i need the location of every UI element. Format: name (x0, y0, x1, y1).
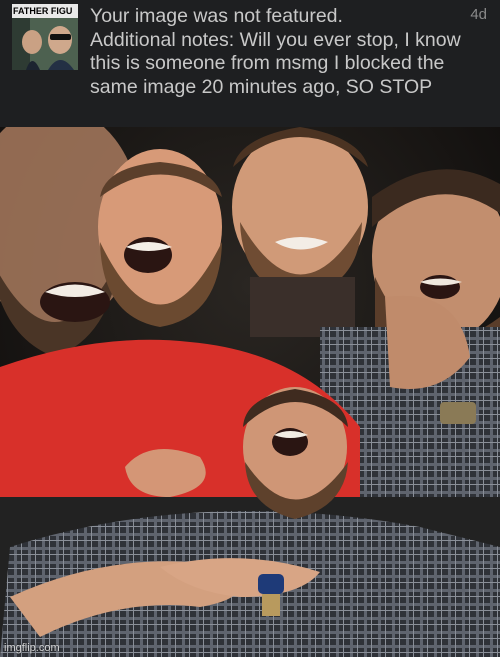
thumbnail-label: FATHER FIGU (12, 4, 78, 18)
laughing-meme-image (0, 127, 500, 657)
notification-age: 4d (470, 6, 487, 23)
notification-card[interactable]: FATHER FIGU Your image was not featured.… (0, 0, 500, 127)
notification-message: Your image was not featured. Additional … (90, 5, 461, 98)
imgflip-watermark: imgflip.com (4, 642, 60, 654)
thumbnail-image (12, 18, 78, 70)
notification-thumbnail[interactable]: FATHER FIGU (12, 4, 78, 70)
